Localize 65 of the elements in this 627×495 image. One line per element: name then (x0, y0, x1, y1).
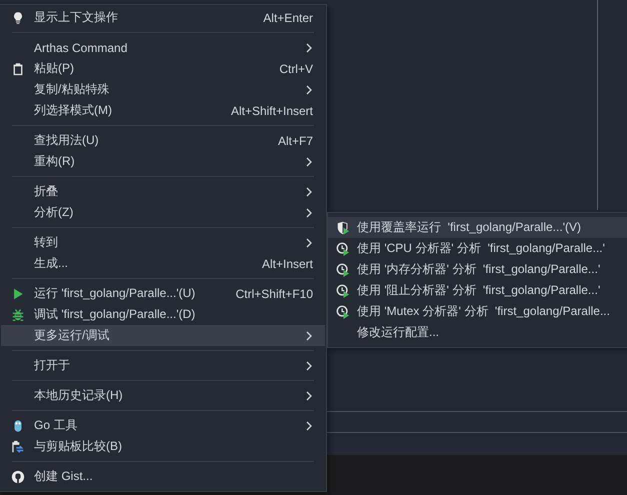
menu-item-label: 运行 'first_golang/Paralle...'(U) (34, 285, 196, 302)
menu-item[interactable]: 使用覆盖率运行 'first_golang/Paralle...'(V) (328, 217, 627, 238)
menu-item-label: 粘贴(P) (34, 60, 75, 77)
shield-play-icon (336, 220, 350, 234)
menu-item[interactable]: 调试 'first_golang/Paralle...'(D) (1, 304, 325, 325)
menu-item-label: 生成... (34, 255, 70, 272)
menu-item-label: 折叠 (34, 183, 59, 200)
menu-item-label: 使用 '内存分析器' 分析 'first_golang/Paralle...' (357, 261, 600, 278)
menu-item[interactable]: 显示上下文操作 Alt+Enter (1, 7, 325, 28)
menu-item[interactable]: 运行 'first_golang/Paralle...'(U) Ctrl+Shift+F10 (1, 283, 325, 304)
clipboard-icon (10, 62, 24, 76)
clock-play-icon (336, 242, 350, 256)
shortcut-label: Ctrl+Shift+F10 (236, 286, 313, 300)
menu-item[interactable]: 重构(R) (1, 151, 325, 172)
menu-item[interactable]: 更多运行/调试 (1, 325, 325, 346)
menu-item-label: 显示上下文操作 (34, 9, 119, 26)
menu-item[interactable]: 创建 Gist... (1, 466, 325, 487)
menu-item-label: Arthas Command (34, 40, 128, 54)
clipboard-compare-icon (10, 440, 24, 454)
menu-item-label: 调试 'first_golang/Paralle...'(D) (34, 306, 196, 323)
menu-item[interactable]: 使用 '阻止分析器' 分析 'first_golang/Paralle...' (328, 280, 627, 301)
menu-item[interactable]: 使用 '内存分析器' 分析 'first_golang/Paralle...' (328, 259, 627, 280)
menu-item-label: 转到 (34, 234, 59, 251)
shortcut-label: Alt+Enter (263, 10, 313, 24)
menu-item-label: 打开于 (34, 357, 71, 374)
shortcut-label: Ctrl+V (279, 62, 313, 76)
shortcut-label: Alt+F7 (278, 134, 313, 148)
clock-play-icon (336, 304, 350, 318)
bug-icon (10, 308, 24, 322)
menu-item[interactable]: 查找用法(U) Alt+F7 (1, 130, 325, 151)
menu-item[interactable]: Go 工具 (1, 415, 325, 436)
menu-item[interactable]: 折叠 (1, 181, 325, 202)
menu-item[interactable]: 分析(Z) (1, 202, 325, 223)
menu-item[interactable]: Arthas Command (1, 37, 325, 58)
menu-item[interactable]: 修改运行配置... (328, 322, 627, 343)
menu-item-label: 复制/粘贴特殊 (34, 81, 110, 98)
menu-item[interactable]: 使用 'Mutex 分析器' 分析 'first_golang/Paralle... (328, 301, 627, 322)
menu-item[interactable]: 复制/粘贴特殊 (1, 79, 325, 100)
shortcut-label: Alt+Shift+Insert (230, 104, 313, 118)
menu-item-label: 更多运行/调试 (34, 327, 110, 344)
github-icon (10, 470, 24, 484)
menu-item[interactable]: 生成... Alt+Insert (1, 253, 325, 274)
menu-item[interactable]: 使用 'CPU 分析器' 分析 'first_golang/Paralle...' (328, 238, 627, 259)
menu-item[interactable]: 转到 (1, 232, 325, 253)
clock-play-icon (336, 262, 350, 276)
menu-item-label: Go 工具 (34, 417, 78, 434)
menu-item[interactable]: 与剪贴板比较(B) (1, 436, 325, 457)
menu-item[interactable]: 本地历史记录(H) (1, 385, 325, 406)
menu-item-label: 本地历史记录(H) (34, 387, 124, 404)
menu-item[interactable]: 打开于 (1, 355, 325, 376)
menu-item-label: 分析(Z) (34, 204, 74, 221)
menu-item-label: 重构(R) (34, 153, 76, 170)
menu-item[interactable]: 列选择模式(M) Alt+Shift+Insert (1, 100, 325, 121)
menu-item-label: 创建 Gist... (34, 468, 94, 485)
clock-play-icon (336, 284, 350, 298)
menu-item-label: 使用 '阻止分析器' 分析 'first_golang/Paralle...' (357, 282, 600, 299)
menu-item-label: 使用 'CPU 分析器' 分析 'first_golang/Paralle...' (357, 240, 605, 257)
shortcut-label: Alt+Insert (262, 256, 313, 270)
menu-item-label: 修改运行配置... (357, 324, 440, 341)
menu-item-label: 查找用法(U) (34, 132, 100, 149)
menu-item-label: 与剪贴板比较(B) (34, 438, 123, 455)
menu-item[interactable]: 粘贴(P) Ctrl+V (1, 58, 325, 79)
menu-item-label: 使用覆盖率运行 'first_golang/Paralle...'(V) (357, 219, 581, 236)
menu-item-label: 列选择模式(M) (34, 102, 113, 119)
menu-item-label: 使用 'Mutex 分析器' 分析 'first_golang/Paralle... (357, 303, 610, 320)
